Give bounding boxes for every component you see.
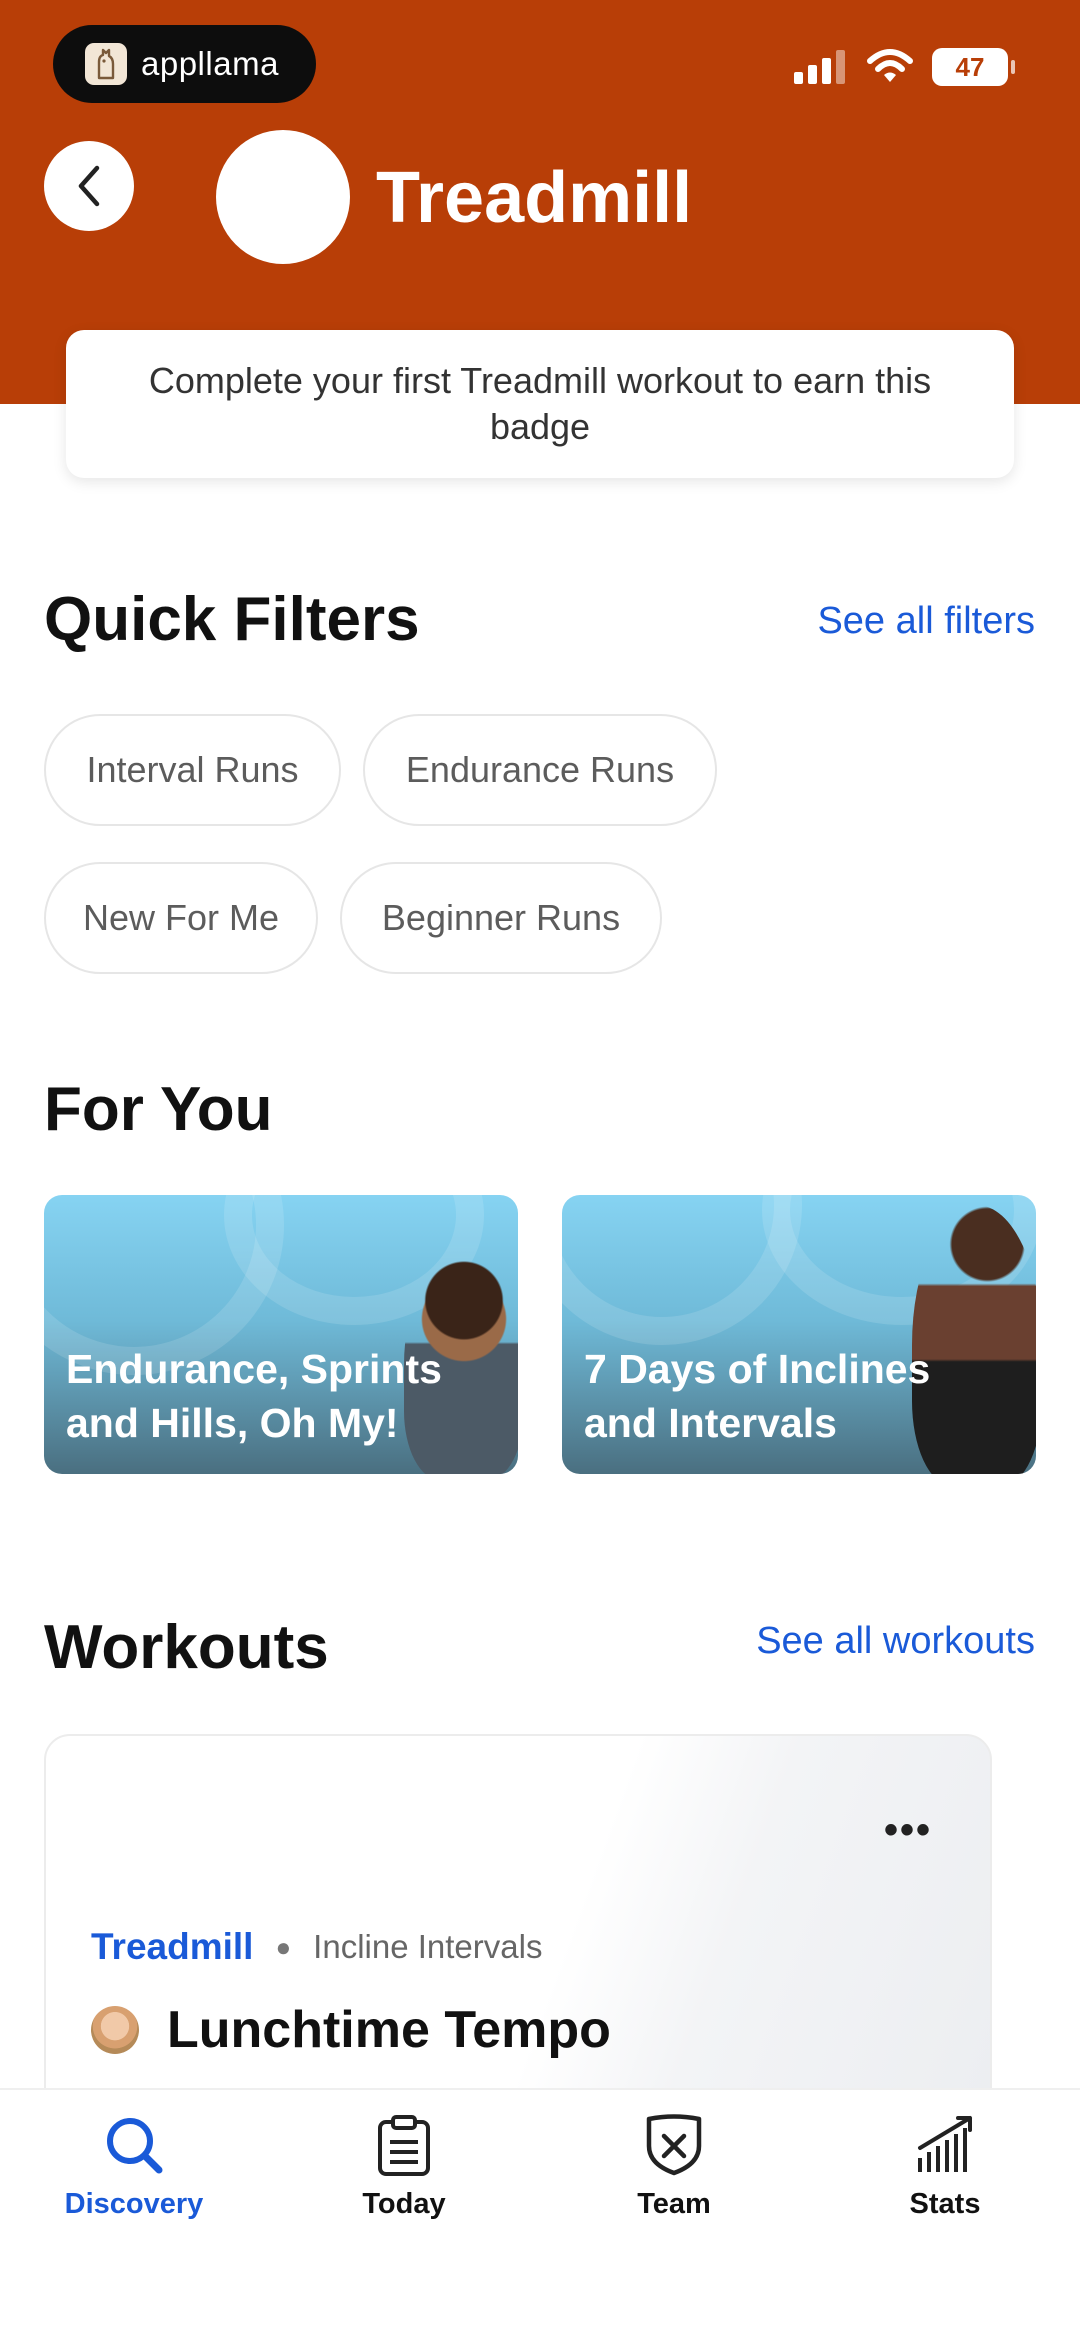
- for-you-title: For You: [44, 1075, 273, 1144]
- workout-subcategory: Incline Intervals: [313, 1928, 543, 1965]
- quick-filters-title: Quick Filters: [44, 585, 420, 654]
- see-all-filters-link[interactable]: See all filters: [817, 600, 1035, 643]
- badge-message-card: Complete your first Treadmill workout to…: [66, 330, 1014, 478]
- for-you-card-1-title: Endurance, Sprints and Hills, Oh My!: [66, 1346, 442, 1446]
- llama-logo-icon: [85, 43, 127, 85]
- coach-avatar: [91, 2006, 139, 2054]
- tab-discovery-label: Discovery: [64, 2188, 204, 2220]
- filter-chip-beginner-runs[interactable]: Beginner Runs: [340, 862, 662, 974]
- chart-icon: [918, 2116, 972, 2172]
- workout-meta: Treadmill ● Incline Intervals: [91, 1926, 542, 1968]
- tab-stats-label: Stats: [909, 2188, 981, 2220]
- workout-title: Lunchtime Tempo: [167, 2001, 611, 2059]
- chevron-left-icon: [78, 165, 100, 207]
- workouts-title: Workouts: [44, 1613, 329, 1682]
- search-icon: [107, 2118, 163, 2174]
- tab-stats[interactable]: Stats: [845, 2114, 1045, 2221]
- workout-card[interactable]: ••• Treadmill ● Incline Intervals Luncht…: [44, 1734, 992, 2114]
- filter-chip-interval-runs[interactable]: Interval Runs: [44, 714, 341, 826]
- see-all-workouts-link[interactable]: See all workouts: [756, 1620, 1035, 1663]
- tab-team-label: Team: [637, 2188, 711, 2220]
- workout-title-row: Lunchtime Tempo: [91, 2000, 611, 2060]
- status-bar: 47: [794, 48, 1015, 86]
- for-you-card-1[interactable]: Endurance, Sprints and Hills, Oh My!: [44, 1195, 518, 1474]
- filter-chip-endurance-runs[interactable]: Endurance Runs: [363, 714, 717, 826]
- more-options-button[interactable]: •••: [884, 1808, 932, 1853]
- tab-today-label: Today: [362, 2188, 446, 2220]
- app-badge-label: appllama: [141, 45, 279, 82]
- badge-message: Complete your first Treadmill workout to…: [148, 360, 932, 447]
- battery-indicator: 47: [932, 48, 1015, 86]
- for-you-card-2-title: 7 Days of Inclines and Intervals: [584, 1346, 931, 1446]
- tab-discovery[interactable]: Discovery: [34, 2114, 234, 2221]
- cellular-signal-icon: [794, 50, 845, 84]
- clipboard-icon: [378, 2115, 430, 2176]
- bottom-tab-bar: Discovery Today Team Stats: [0, 2088, 1080, 2337]
- page-title: Treadmill: [376, 158, 693, 238]
- badge-image: [216, 130, 350, 264]
- for-you-card-2[interactable]: 7 Days of Inclines and Intervals: [562, 1195, 1036, 1474]
- tab-team[interactable]: Team: [574, 2114, 774, 2221]
- separator-dot: ●: [275, 1931, 292, 1962]
- tab-today[interactable]: Today: [304, 2114, 504, 2221]
- shield-icon: [646, 2114, 702, 2176]
- wifi-icon: [867, 49, 913, 82]
- filter-chip-new-for-me[interactable]: New For Me: [44, 862, 318, 974]
- app-badge-pill[interactable]: appllama: [53, 25, 316, 103]
- workout-category[interactable]: Treadmill: [91, 1926, 253, 1968]
- back-button[interactable]: [44, 141, 134, 231]
